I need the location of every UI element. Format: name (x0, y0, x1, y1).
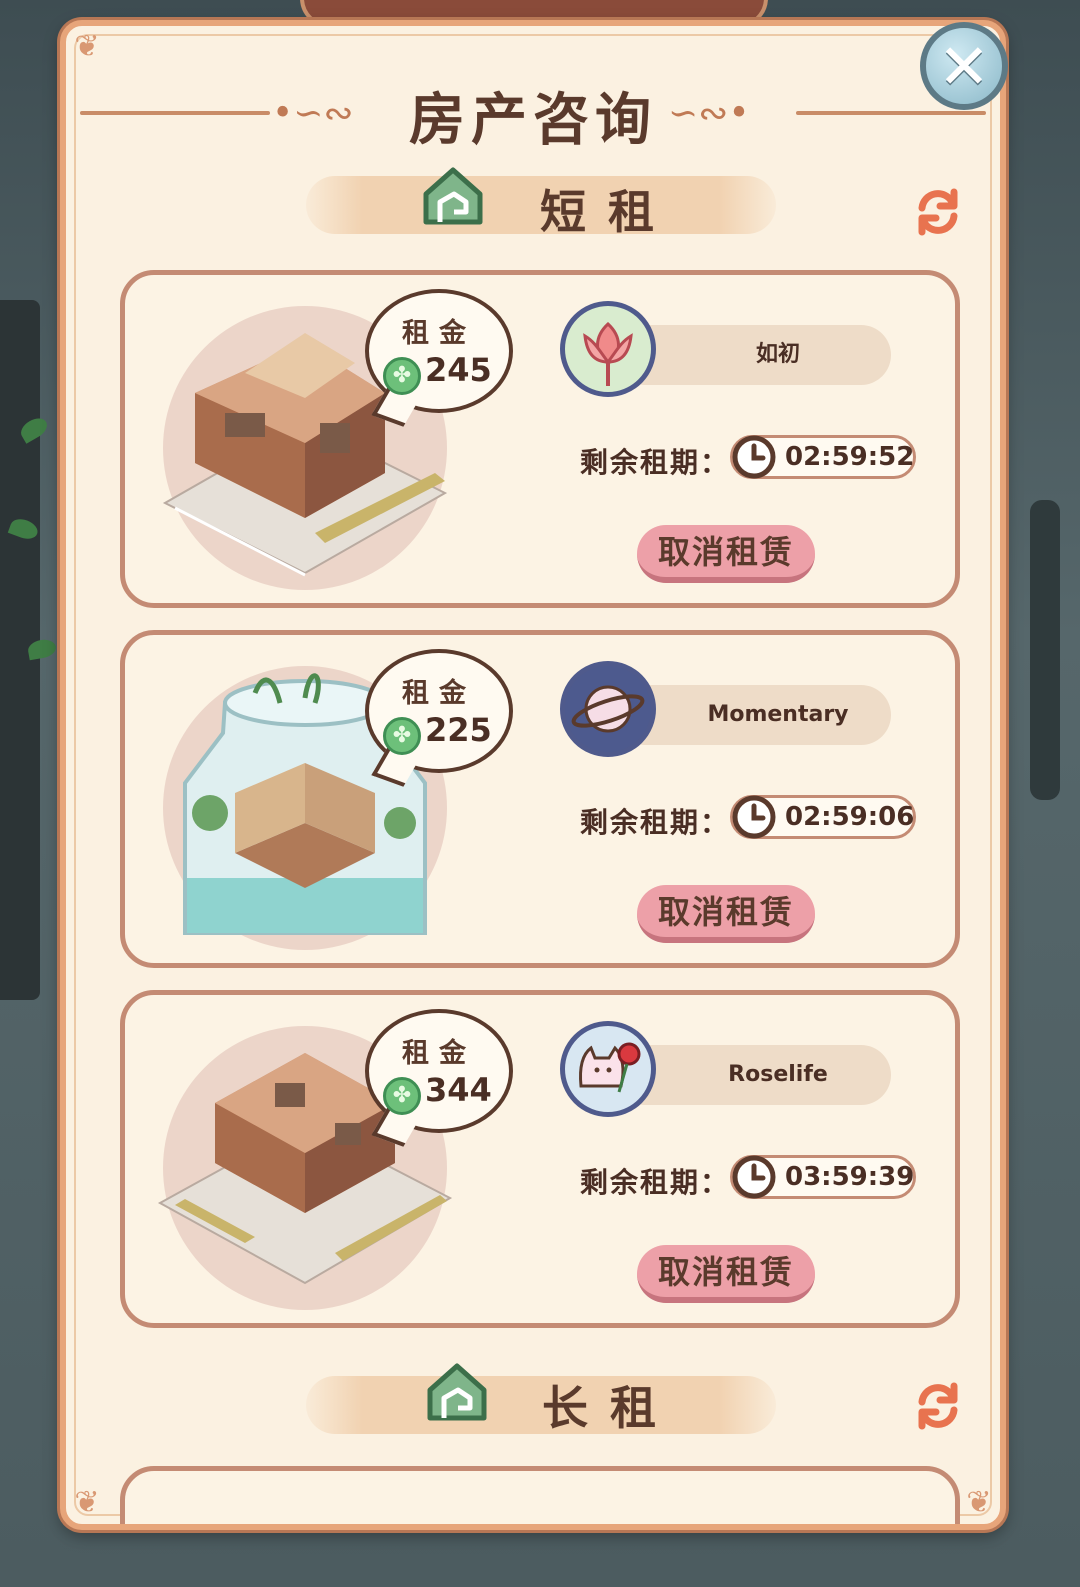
rent-value: 225 (425, 711, 492, 749)
refresh-icon[interactable] (912, 186, 964, 238)
listing-card: 租金 ✤ 225 Momentary 剩余租期： 02:59:06 取消租赁 (120, 630, 960, 968)
clock-icon (732, 795, 776, 839)
tenant-name: Momentary (707, 702, 849, 727)
corner-ornament-icon: ❦ (74, 1485, 100, 1520)
background-pillar-right (1030, 500, 1060, 800)
swirl-ornament-icon: ∽∾• (668, 93, 750, 134)
section-label-long: 长租 (542, 1381, 678, 1435)
title-row: •∽∾ 房产咨询 ∽∾• (66, 71, 1000, 153)
lease-remaining-label: 剩余租期： (580, 806, 731, 839)
rent-bubble: 租金 ✤ 344 (365, 1009, 513, 1147)
cancel-lease-button[interactable]: 取消租赁 (637, 1245, 815, 1303)
rent-value: 344 (425, 1071, 492, 1109)
close-button[interactable]: ✕ (920, 22, 1008, 110)
tenant-name: 如初 (755, 342, 800, 367)
tenant-name-pill: 如初 (615, 325, 891, 385)
rent-label: 租金 (402, 318, 476, 349)
clock-icon (732, 435, 776, 479)
avatar[interactable] (560, 301, 656, 397)
time-left: 03:59:39 (785, 1162, 915, 1192)
lease-timer: 02:59:06 (730, 795, 916, 839)
house-icon (423, 167, 483, 225)
lease-remaining-label: 剩余租期： (580, 1166, 731, 1199)
close-icon: ✕ (938, 29, 990, 103)
cat-with-rose-icon (579, 1042, 641, 1093)
lease-timer: 02:59:52 (730, 435, 916, 479)
section-label-short: 短租 (540, 185, 676, 239)
tenant-name-pill: Roselife (615, 1045, 891, 1105)
rent-label: 租金 (402, 678, 476, 709)
listing-card: 租金 ✤ 344 Roselife 剩余租期： 03:59:39 取消租赁 (120, 990, 960, 1328)
title-divider-right (796, 111, 986, 115)
time-left: 02:59:06 (785, 802, 915, 832)
avatar[interactable] (560, 1021, 656, 1117)
section-banner-long (306, 1376, 776, 1434)
listing-card: 租金 ✤ 245 如初 剩余租期： 02:59:52 取消租赁 (120, 270, 960, 608)
refresh-icon[interactable] (912, 1380, 964, 1432)
lease-remaining-label: 剩余租期： (580, 446, 731, 479)
corner-ornament-icon: ❦ (74, 29, 100, 64)
tenant-name-pill: Momentary (615, 685, 891, 745)
listing-card-partial (120, 1466, 960, 1524)
cancel-lease-button[interactable]: 取消租赁 (637, 885, 815, 943)
rent-value: 245 (425, 351, 492, 389)
lotus-icon (583, 321, 633, 386)
page-title: 房产咨询 (409, 88, 657, 153)
rent-bubble: 租金 ✤ 225 (365, 649, 513, 787)
clover-coin-icon: ✤ (383, 717, 421, 755)
time-left: 02:59:52 (785, 442, 915, 472)
house-icon (427, 1363, 487, 1421)
clover-coin-icon: ✤ (383, 1077, 421, 1115)
clock-icon (732, 1155, 776, 1199)
lease-timer: 03:59:39 (730, 1155, 916, 1199)
corner-ornament-icon: ❦ (966, 1485, 992, 1520)
property-consult-panel: ❦ ❦ ❦ •∽∾ 房产咨询 ∽∾• 短租 租金 ✤ 245 如初 剩余租期： … (60, 20, 1006, 1530)
tenant-name: Roselife (728, 1062, 828, 1087)
rent-label: 租金 (402, 1038, 476, 1069)
avatar[interactable] (560, 661, 656, 757)
cancel-lease-button[interactable]: 取消租赁 (637, 525, 815, 583)
planet-icon (571, 685, 645, 733)
rent-bubble: 租金 ✤ 245 (365, 289, 513, 427)
clover-coin-icon: ✤ (383, 357, 421, 395)
